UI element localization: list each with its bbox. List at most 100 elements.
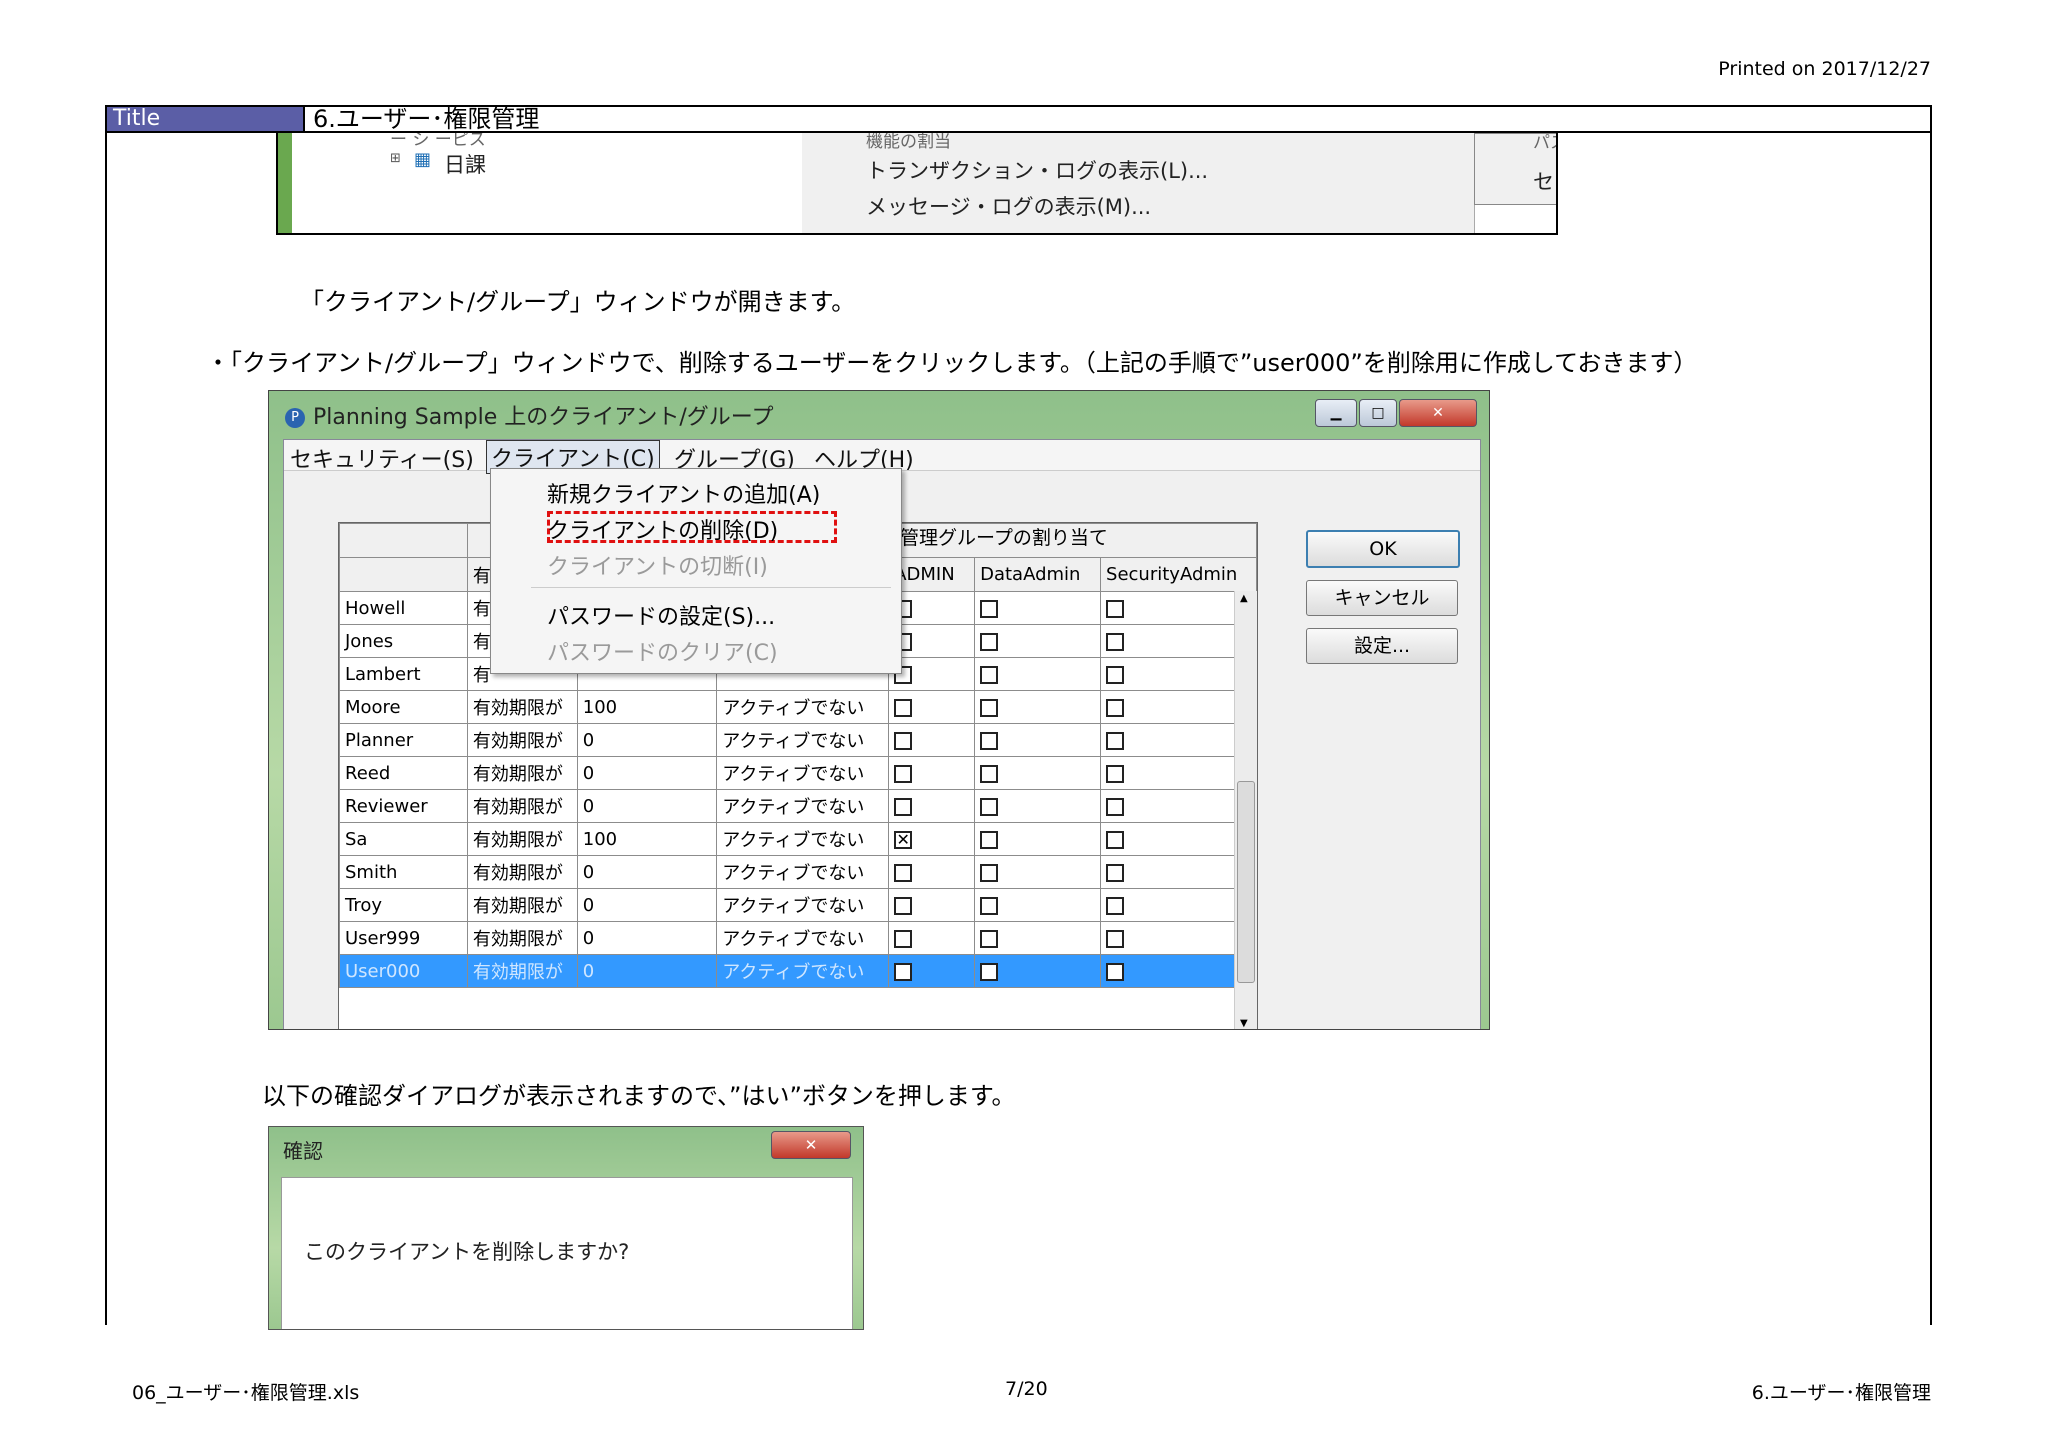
submenu: パスワードの変更(P)... セキュリティーの更新(S) [1474,133,1556,205]
cell-active: アクティブでない [716,822,890,856]
cell-status: 有効期限が [466,822,578,856]
securityadmin-checkbox[interactable] [1106,896,1125,915]
table-row[interactable]: Reed 有効期限が 0 アクティブでない [339,756,1257,790]
vertical-scrollbar[interactable]: ▲ ▼ [1234,591,1257,1029]
dataadmin-checkbox[interactable] [980,929,999,948]
admin-checkbox[interactable] [894,764,913,783]
dataadmin-checkbox[interactable] [980,632,999,651]
dialog-title: 確認 [283,1139,323,1163]
dataadmin-checkbox[interactable] [980,797,999,816]
securityadmin-checkbox[interactable] [1106,929,1125,948]
client-group-window: P Planning Sample 上のクライアント/グループ ▁ □ ✕ セキュリテ… [268,390,1490,1030]
cell-name: Sa [339,822,468,856]
settings-button[interactable]: 設定... [1306,628,1458,664]
admin-checkbox[interactable]: ✕ [894,830,913,849]
scroll-up-icon[interactable]: ▲ [1240,593,1248,604]
securityadmin-checkbox[interactable] [1106,764,1125,783]
dataadmin-checkbox[interactable] [980,896,999,915]
menu-item-add-client[interactable]: 新規クライアントの追加(A) [547,477,820,509]
tree-item-schedule[interactable]: 日課 [444,149,486,179]
title-label: Title [107,107,303,131]
dataadmin-checkbox[interactable] [980,599,999,618]
securityadmin-checkbox[interactable] [1106,632,1125,651]
window-title: P Planning Sample 上のクライアント/グループ [285,399,773,431]
title-value: 6.ユーザー･権限管理 [303,107,539,131]
cell-name: Troy [339,888,468,922]
expand-icon[interactable]: ⊞ [390,151,401,166]
table-row[interactable]: Troy 有効期限が 0 アクティブでない [339,888,1257,922]
ok-button[interactable]: OK [1306,530,1460,568]
cell-name: User000 [339,954,468,988]
dataadmin-checkbox[interactable] [980,698,999,717]
securityadmin-checkbox[interactable] [1106,665,1125,684]
close-icon[interactable]: ✕ [1399,399,1477,427]
cell-status: 有効期限が [466,756,578,790]
footer-page: 7/20 [1005,1378,1048,1400]
admin-checkbox[interactable] [894,929,913,948]
securityadmin-checkbox[interactable] [1106,830,1125,849]
close-icon[interactable]: ✕ [771,1131,851,1159]
table-row[interactable]: Sa 有効期限が 100 アクティブでない ✕ [339,822,1257,856]
menu-item-disconnect-client: クライアントの切断(I) [547,555,768,580]
cell-number: 100 [576,690,718,724]
cell-name: Jones [339,624,468,658]
scroll-thumb[interactable] [1237,781,1255,983]
admin-checkbox[interactable] [894,797,913,816]
dataadmin-checkbox[interactable] [980,830,999,849]
admin-checkbox[interactable] [894,698,913,717]
admin-checkbox[interactable] [894,896,913,915]
cell-number: 0 [576,921,718,955]
cell-name: Lambert [339,657,468,691]
cancel-button[interactable]: キャンセル [1306,580,1458,616]
dataadmin-checkbox[interactable] [980,665,999,684]
dataadmin-checkbox[interactable] [980,731,999,750]
dialog-message: このクライアントを削除しますか? [304,1240,630,1264]
menu-item-transaction-log[interactable]: トランザクション・ログの表示(L)... [866,155,1208,185]
securityadmin-checkbox[interactable] [1106,599,1125,618]
cell-name: Howell [339,591,468,625]
scroll-down-icon[interactable]: ▼ [1240,1018,1248,1029]
securityadmin-checkbox[interactable] [1106,863,1125,882]
tree-panel: ー シ ーピス ⊞ ▦ 日課 [292,133,803,233]
table-row[interactable]: Planner 有効期限が 0 アクティブでない [339,723,1257,757]
table-row[interactable]: User999 有効期限が 0 アクティブでない [339,921,1257,955]
admin-checkbox[interactable] [894,863,913,882]
cell-number: 0 [576,723,718,757]
securityadmin-checkbox[interactable] [1106,962,1125,981]
cell-number: 100 [576,822,718,856]
calendar-icon: ▦ [414,149,432,170]
table-row[interactable]: Reviewer 有効期限が 0 アクティブでない [339,789,1257,823]
group-assignment-header: 管理グループの割り当て [900,527,1108,549]
footer-sheet: 6.ユーザー･権限管理 [1751,1382,1931,1404]
admin-checkbox[interactable] [894,731,913,750]
dataadmin-checkbox[interactable] [980,764,999,783]
cell-name: Reed [339,756,468,790]
dialog-buttons: OK キャンセル 設定... [1306,530,1460,676]
submenu-item-security-update[interactable]: セキュリティーの更新(S) [1533,166,1556,196]
cell-status: 有効期限が [466,789,578,823]
col-securityadmin: SecurityAdmin [1100,557,1257,592]
cell-number: 0 [576,888,718,922]
cell-active: アクティブでない [716,789,890,823]
window-client: セキュリティー(S) クライアント(C) グループ(G) ヘルプ(H) 有 AD… [283,439,1481,1029]
table-row[interactable]: Smith 有効期限が 0 アクティブでない [339,855,1257,889]
admin-checkbox[interactable] [894,962,913,981]
minimize-icon[interactable]: ▁ [1315,399,1357,427]
cell-active: アクティブでない [716,954,890,988]
table-row[interactable]: Moore 有効期限が 100 アクティブでない [339,690,1257,724]
cell-number: 0 [576,756,718,790]
menu-security[interactable]: セキュリティー(S) [290,442,474,474]
cell-active: アクティブでない [716,888,890,922]
table-row[interactable]: User000 有効期限が 0 アクティブでない [339,954,1257,988]
menu-item-set-password[interactable]: パスワードの設定(S)... [547,599,775,631]
securityadmin-checkbox[interactable] [1106,797,1125,816]
dataadmin-checkbox[interactable] [980,962,999,981]
dataadmin-checkbox[interactable] [980,863,999,882]
window-controls: ▁ □ ✕ [1315,399,1477,427]
menu-item-message-log[interactable]: メッセージ・ログの表示(M)... [866,191,1151,221]
securityadmin-checkbox[interactable] [1106,698,1125,717]
maximize-icon[interactable]: □ [1359,399,1397,427]
securityadmin-checkbox[interactable] [1106,731,1125,750]
menu-item-delete-client[interactable]: クライアントの削除(D) [547,513,778,545]
context-menu: 機能の割当 トランザクション・ログの表示(L)... メッセージ・ログの表示(M… [802,133,1475,233]
